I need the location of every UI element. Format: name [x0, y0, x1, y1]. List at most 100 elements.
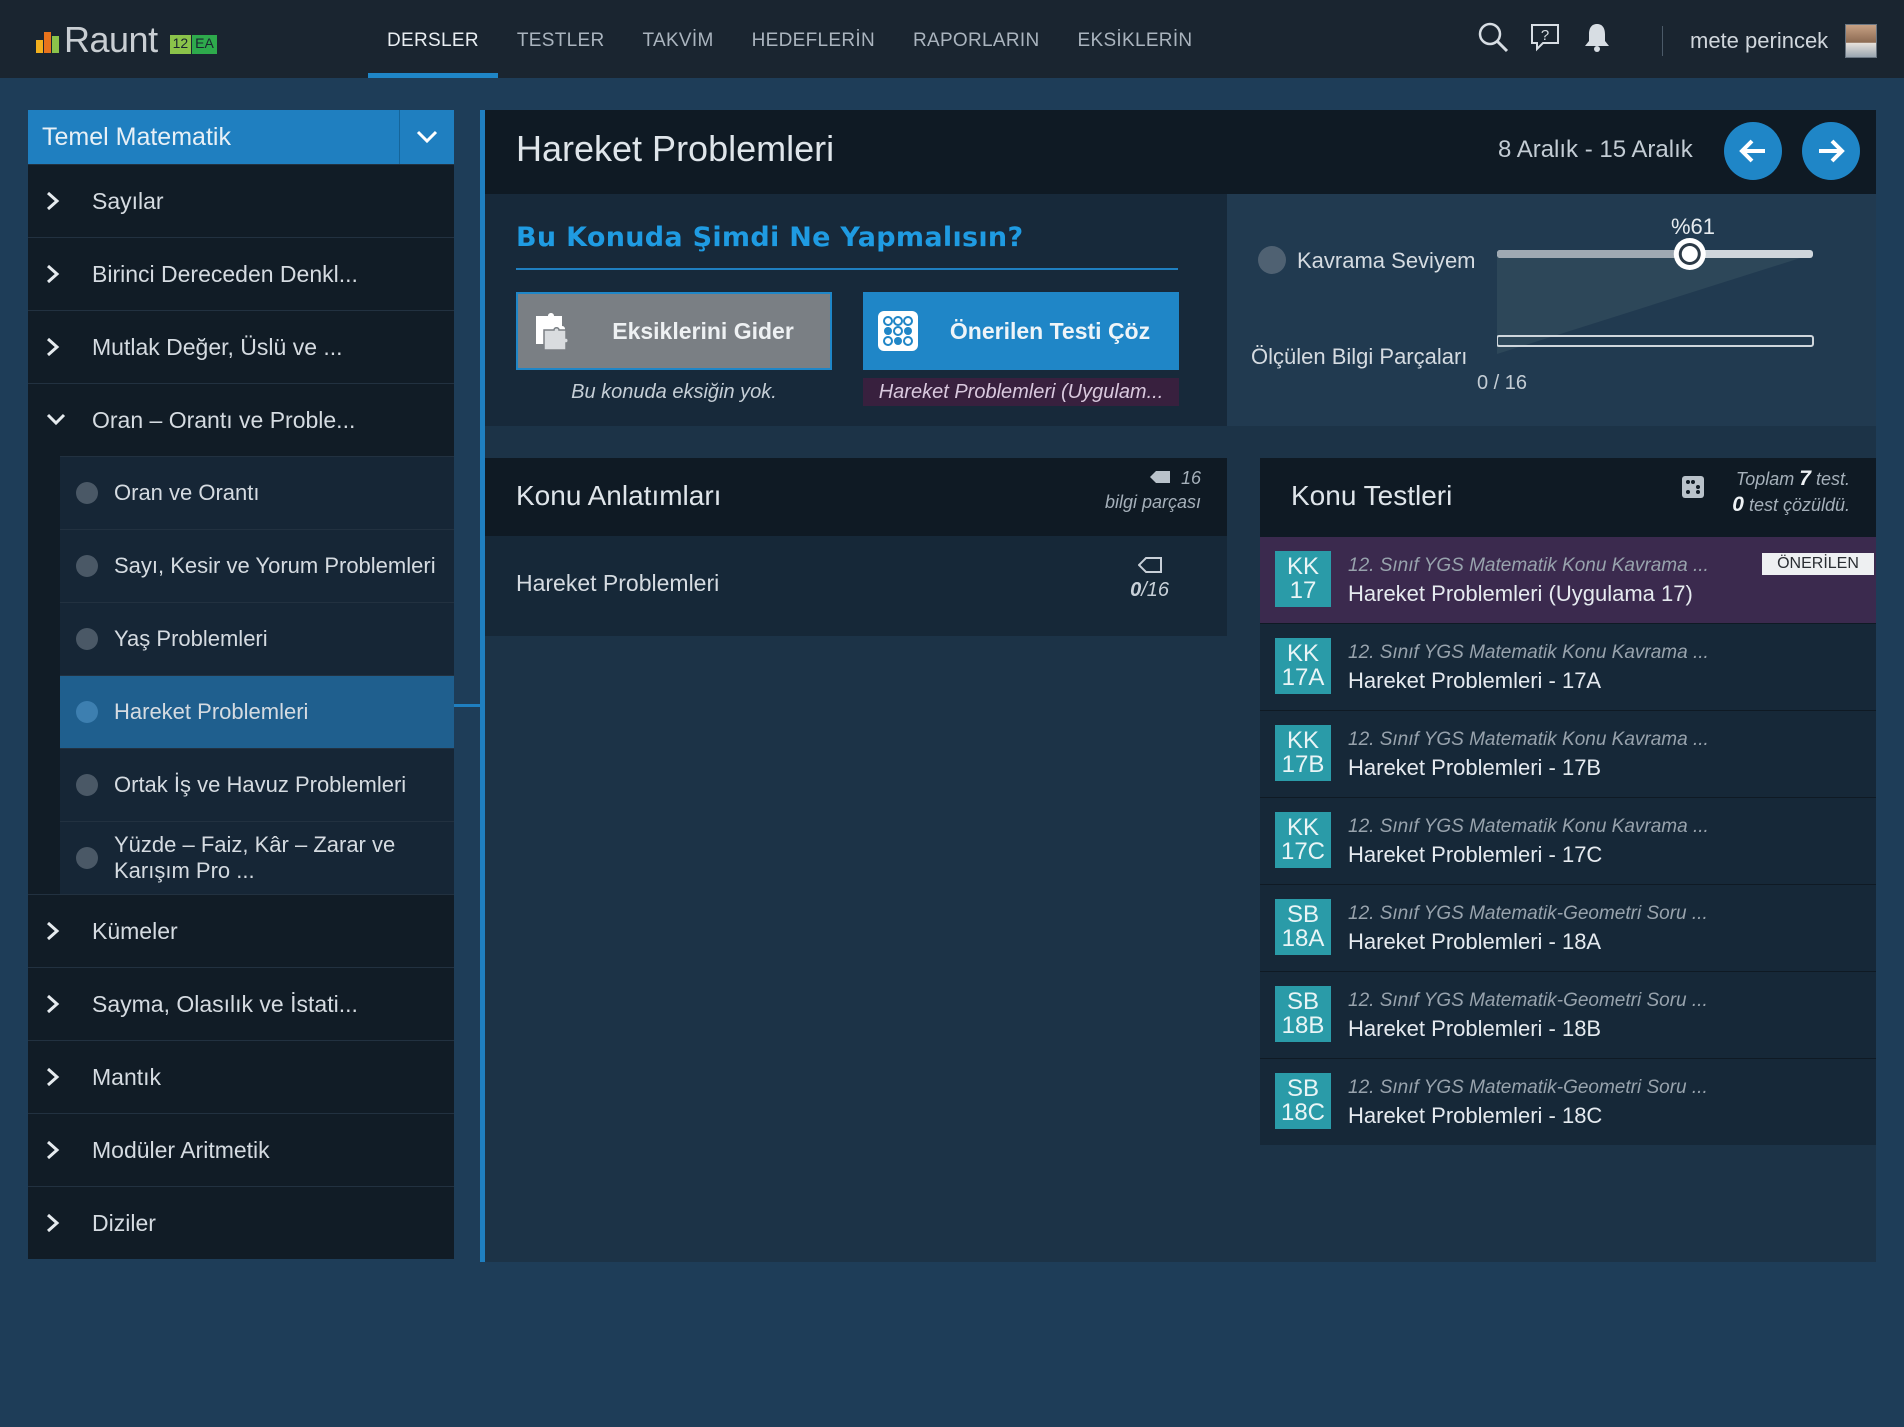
chevron-right-icon — [46, 994, 70, 1014]
fix-gaps-button[interactable]: Eksiklerini Gider — [516, 292, 832, 370]
test-badge-code: 17A — [1281, 664, 1325, 691]
sidebar-topic-label: Mutlak Değer, Üslü ve ... — [92, 333, 343, 360]
chevron-right-icon — [46, 264, 70, 284]
lectures-title: Konu Anlatımları — [516, 480, 722, 511]
tests-total-prefix: Toplam — [1735, 469, 1795, 489]
comprehension-level-label: Kavrama Seviyem — [1297, 248, 1476, 273]
sidebar-subtopic[interactable]: Sayı, Kesir ve Yorum Problemleri — [60, 529, 454, 602]
sidebar-topic-label: Mantık — [92, 1063, 162, 1090]
tag-outline-icon — [1137, 557, 1162, 573]
sidebar-topic[interactable]: Sayma, Olasılık ve İstati... — [28, 967, 454, 1040]
date-range: 8 Aralık - 15 Aralık — [1498, 136, 1693, 163]
status-dot — [76, 628, 98, 650]
tests-panel: Konu Testleri Toplam 7 test. 0 test çözü… — [1260, 458, 1876, 1145]
test-name: Hareket Problemleri (Uygulama 17) — [1348, 581, 1693, 606]
sidebar-subtopic[interactable]: Yüzde – Faiz, Kâr – Zarar ve Karışım Pro… — [60, 821, 454, 894]
test-series: 12. Sınıf YGS Matematik Konu Kavrama ... — [1348, 642, 1709, 663]
subject-select[interactable]: Temel Matematik — [28, 110, 454, 164]
lectures-header: Konu Anlatımları 16 bilgi parçası — [485, 458, 1227, 536]
sidebar-subtopic-label: Yüzde – Faiz, Kâr – Zarar ve Karışım Pro… — [114, 832, 396, 883]
test-badge-type: SB — [1286, 988, 1319, 1015]
sidebar-subtopic[interactable]: Hareket Problemleri — [60, 675, 454, 748]
sidebar-subtopic[interactable]: Yaş Problemleri — [60, 602, 454, 675]
test-series: 12. Sınıf YGS Matematik-Geometri Soru ..… — [1348, 1077, 1708, 1098]
test-row[interactable]: SB 18B 12. Sınıf YGS Matematik-Geometri So… — [1260, 971, 1876, 1058]
user-name[interactable]: mete perincek — [1690, 28, 1828, 54]
lecture-row[interactable]: Hareket Problemleri 0/16 — [485, 536, 1227, 636]
solve-recommended-test-button[interactable]: Önerilen Testi Çöz — [863, 292, 1179, 370]
test-row[interactable]: KK 17C 12. Sınıf YGS Matematik Konu Kavram… — [1260, 797, 1876, 884]
sidebar-topic[interactable]: Mutlak Değer, Üslü ve ... — [28, 310, 454, 383]
status-dot — [76, 847, 98, 869]
sidebar-topic[interactable]: Modüler Aritmetik — [28, 1113, 454, 1186]
test-badge-code: 18A — [1281, 925, 1325, 952]
test-row[interactable]: KK 17B 12. Sınıf YGS Matematik Konu Kavram… — [1260, 710, 1876, 797]
avatar[interactable] — [1845, 24, 1877, 58]
test-series: 12. Sınıf YGS Matematik Konu Kavrama ... — [1348, 555, 1709, 576]
chevron-down-icon — [46, 413, 70, 427]
test-badge: KK 17B — [1275, 725, 1331, 781]
test-row[interactable]: KK 17 12. Sınıf YGS Matematik Konu Kavrama… — [1260, 536, 1876, 623]
test-grid-icon — [875, 308, 921, 354]
chevron-down-icon[interactable] — [399, 110, 454, 164]
test-badge: SB 18A — [1275, 899, 1331, 955]
tests-title: Konu Testleri — [1291, 480, 1453, 511]
divider — [516, 268, 1178, 270]
test-badge-type: KK — [1286, 640, 1319, 667]
search-icon[interactable] — [1476, 20, 1510, 54]
prev-week-button[interactable] — [1724, 122, 1782, 180]
status-dot — [76, 701, 98, 723]
nav-tab-testler[interactable]: TESTLER — [498, 0, 624, 78]
test-badge-type: KK — [1286, 553, 1319, 580]
sidebar-topic[interactable]: Birinci Dereceden Denkl... — [28, 237, 454, 310]
subtopic-list: Oran ve Orantı Sayı, Kesir ve Yorum Probl… — [28, 456, 454, 894]
recommended-badge: ÖNERİLEN — [1762, 553, 1874, 575]
sidebar-topic[interactable]: Kümeler — [28, 894, 454, 967]
measured-parts-label: Ölçülen Bilgi Parçaları — [1251, 344, 1468, 369]
comprehension-knob[interactable] — [1673, 238, 1706, 270]
comprehension-slider[interactable] — [1497, 234, 1827, 354]
nav-tab-eksiklerin[interactable]: EKSİKLERİN — [1059, 0, 1212, 78]
status-dot — [76, 482, 98, 504]
sidebar-topic[interactable]: Diziler — [28, 1186, 454, 1259]
sidebar-subtopic[interactable]: Oran ve Orantı — [60, 456, 454, 529]
logo[interactable]: Raunt 12 EA — [34, 19, 217, 60]
measured-parts-count: 0 / 16 — [1477, 372, 1528, 394]
main-panel: Hareket Problemleri 8 Aralık - 15 Aralık… — [480, 110, 1876, 1262]
test-badge-type: SB — [1286, 901, 1319, 928]
test-badge-code: 17 — [1289, 577, 1317, 604]
sidebar-subtopic-label: Sayı, Kesir ve Yorum Problemleri — [114, 553, 436, 578]
next-week-button[interactable] — [1802, 122, 1860, 180]
sidebar-subtopic-label: Ortak İş ve Havuz Problemleri — [114, 772, 407, 797]
sidebar-topic-expanded[interactable]: Oran – Orantı ve Proble... — [28, 383, 454, 456]
test-series: 12. Sınıf YGS Matematik Konu Kavrama ... — [1348, 816, 1709, 837]
top-bar: Raunt 12 EA DERSLER TESTLER TAKVİM HEDEFLER… — [0, 0, 1904, 78]
sidebar-topic-label: Diziler — [92, 1209, 156, 1236]
test-name: Hareket Problemleri - 17C — [1348, 842, 1603, 867]
nav-tab-takvim[interactable]: TAKVİM — [623, 0, 732, 78]
active-connector — [454, 704, 482, 707]
test-row[interactable]: SB 18C 12. Sınıf YGS Matematik-Geometri So… — [1260, 1058, 1876, 1145]
test-row[interactable]: KK 17A 12. Sınıf YGS Matematik Konu Kavram… — [1260, 623, 1876, 710]
sidebar-subtopic[interactable]: Ortak İş ve Havuz Problemleri — [60, 748, 454, 821]
help-icon[interactable]: ? — [1528, 20, 1562, 54]
main-header: Hareket Problemleri 8 Aralık - 15 Aralık — [485, 110, 1876, 194]
sidebar-topic[interactable]: Mantık — [28, 1040, 454, 1113]
bell-icon[interactable] — [1580, 20, 1614, 54]
sidebar-topic[interactable]: Sayılar — [28, 164, 454, 237]
nav-tab-hedeflerin[interactable]: HEDEFLERİN — [733, 0, 894, 78]
tests-total-number: 7 — [1799, 467, 1811, 490]
nav-tab-raporlarin[interactable]: RAPORLARIN — [894, 0, 1059, 78]
nav-tab-dersler[interactable]: DERSLER — [368, 0, 498, 78]
status-dot — [76, 555, 98, 577]
test-name: Hareket Problemleri - 18A — [1348, 929, 1602, 954]
chevron-right-icon — [46, 337, 70, 357]
test-badge: SB 18B — [1275, 986, 1331, 1042]
what-to-do-title: Bu Konuda Şimdi Ne Yapmalısın? — [516, 222, 1024, 253]
recommended-test-caption[interactable]: Hareket Problemleri (Uygulam... — [863, 378, 1179, 406]
test-row[interactable]: SB 18A 12. Sınıf YGS Matematik-Geometri So… — [1260, 884, 1876, 971]
test-badge: KK 17A — [1275, 638, 1331, 694]
chevron-right-icon — [46, 1067, 70, 1087]
lecture-progress: 0/16 — [1130, 556, 1169, 602]
lecture-title: Hareket Problemleri — [516, 570, 720, 596]
